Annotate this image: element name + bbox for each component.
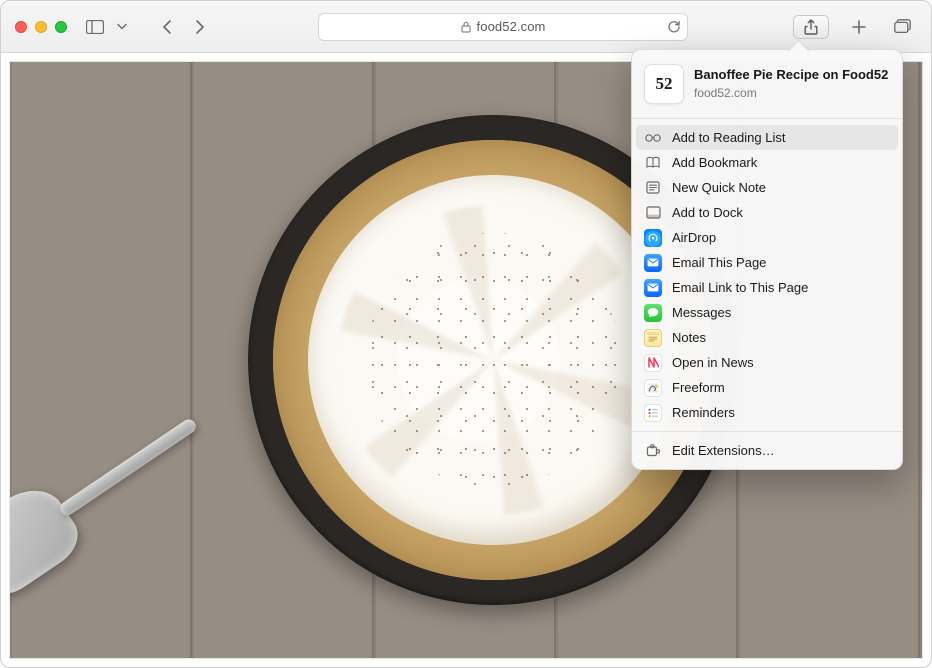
- window-controls: [15, 21, 67, 33]
- dock-icon: [644, 204, 662, 222]
- pie-server-utensil: [9, 377, 231, 608]
- share-item-label: AirDrop: [672, 230, 716, 245]
- address-bar[interactable]: food52.com: [318, 13, 688, 41]
- share-item-freeform[interactable]: Freeform: [636, 375, 898, 400]
- share-item-airdrop[interactable]: AirDrop: [636, 225, 898, 250]
- freeform-icon: [644, 379, 662, 397]
- sidebar-toggle-button[interactable]: [81, 14, 109, 40]
- quick-note-icon: [644, 179, 662, 197]
- safari-window: food52.com: [0, 0, 932, 668]
- close-window-button[interactable]: [15, 21, 27, 33]
- new-tab-button[interactable]: [845, 14, 873, 40]
- share-item-reminders[interactable]: Reminders: [636, 400, 898, 425]
- share-item-label: Add to Dock: [672, 205, 743, 220]
- news-icon: [644, 354, 662, 372]
- airdrop-icon: [644, 229, 662, 247]
- share-item-quick-note[interactable]: New Quick Note: [636, 175, 898, 200]
- site-favicon: 52: [644, 64, 684, 104]
- share-item-label: New Quick Note: [672, 180, 766, 195]
- share-item-label: Add to Reading List: [672, 130, 785, 145]
- share-menu: Add to Reading List Add Bookmark New Qui…: [632, 123, 902, 427]
- forward-button[interactable]: [185, 14, 213, 40]
- messages-icon: [644, 304, 662, 322]
- share-item-label: Open in News: [672, 355, 754, 370]
- share-item-label: Messages: [672, 305, 731, 320]
- tab-group-menu-button[interactable]: [113, 14, 131, 40]
- reading-list-icon: [644, 129, 662, 147]
- mail-icon: [644, 279, 662, 297]
- share-item-news[interactable]: Open in News: [636, 350, 898, 375]
- share-item-reading-list[interactable]: Add to Reading List: [636, 125, 898, 150]
- share-item-add-to-dock[interactable]: Add to Dock: [636, 200, 898, 225]
- share-popover: 52 Banoffee Pie Recipe on Food52 food52.…: [631, 49, 903, 470]
- share-item-label: Reminders: [672, 405, 735, 420]
- share-item-label: Notes: [672, 330, 706, 345]
- share-sheet-domain: food52.com: [694, 86, 888, 101]
- share-sheet-title: Banoffee Pie Recipe on Food52: [694, 67, 888, 83]
- zoom-window-button[interactable]: [55, 21, 67, 33]
- reminders-icon: [644, 404, 662, 422]
- address-host: food52.com: [477, 19, 546, 34]
- notes-icon: [644, 329, 662, 347]
- share-item-email-link[interactable]: Email Link to This Page: [636, 275, 898, 300]
- share-item-label: Edit Extensions…: [672, 443, 775, 458]
- share-item-label: Email Link to This Page: [672, 280, 808, 295]
- share-button[interactable]: [793, 15, 829, 39]
- share-item-messages[interactable]: Messages: [636, 300, 898, 325]
- share-item-add-bookmark[interactable]: Add Bookmark: [636, 150, 898, 175]
- lock-icon: [461, 21, 471, 33]
- share-item-edit-extensions[interactable]: Edit Extensions…: [636, 438, 898, 463]
- minimize-window-button[interactable]: [35, 21, 47, 33]
- share-item-label: Freeform: [672, 380, 725, 395]
- bookmark-icon: [644, 154, 662, 172]
- reload-button[interactable]: [667, 20, 681, 34]
- back-button[interactable]: [153, 14, 181, 40]
- tab-overview-button[interactable]: [889, 14, 917, 40]
- share-item-label: Add Bookmark: [672, 155, 757, 170]
- extensions-icon: [644, 442, 662, 460]
- share-item-label: Email This Page: [672, 255, 766, 270]
- share-item-email-page[interactable]: Email This Page: [636, 250, 898, 275]
- share-item-notes[interactable]: Notes: [636, 325, 898, 350]
- mail-icon: [644, 254, 662, 272]
